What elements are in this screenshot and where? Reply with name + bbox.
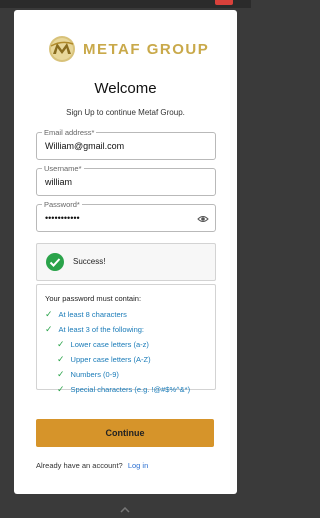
email-label: Email address* [42, 128, 97, 137]
username-value: william [45, 177, 72, 187]
password-label: Password* [42, 200, 82, 209]
window-close-button[interactable] [215, 0, 233, 5]
page-subtitle: Sign Up to continue Metaf Group. [66, 108, 185, 117]
checkmark-icon: ✓ [57, 339, 65, 349]
check-circle-icon [45, 252, 65, 272]
brand-name: METAF GROUP [83, 40, 210, 58]
requirement-item: ✓ At least 3 of the following: [45, 324, 145, 335]
requirement-item: ✓ Special characters (e.g. !@#$%^&*) [57, 384, 191, 395]
password-field[interactable]: Password* ••••••••••• [36, 200, 216, 232]
email-value: William@gmail.com [45, 141, 125, 151]
continue-button[interactable]: Continue [36, 419, 214, 447]
checkmark-icon: ✓ [45, 309, 53, 319]
email-field[interactable]: Email address* William@gmail.com [36, 128, 216, 160]
requirement-item: ✓ Numbers (0-9) [57, 369, 119, 380]
password-requirements: Your password must contain: ✓ At least 8… [36, 284, 216, 394]
password-value: ••••••••••• [45, 213, 80, 223]
metaf-logo-icon [47, 34, 77, 64]
success-text: Success! [73, 257, 106, 266]
eye-icon[interactable] [197, 212, 209, 224]
username-label: Username* [42, 164, 84, 173]
login-prompt-text: Already have an account? [36, 461, 123, 470]
success-alert: Success! [36, 243, 216, 281]
requirement-item: ✓ At least 8 characters [45, 309, 127, 320]
username-field[interactable]: Username* william [36, 164, 216, 196]
requirement-item: ✓ Lower case letters (a-z) [57, 339, 149, 350]
login-link[interactable]: Log in [128, 461, 148, 470]
requirement-item: ✓ Upper case letters (A-Z) [57, 354, 151, 365]
brand-logo: METAF GROUP [47, 34, 209, 64]
checkmark-icon: ✓ [57, 369, 65, 379]
window-top-bar [0, 0, 251, 8]
checkmark-icon: ✓ [57, 354, 65, 364]
resize-handle-icon[interactable] [119, 500, 131, 513]
requirements-title: Your password must contain: [45, 294, 142, 303]
checkmark-icon: ✓ [45, 324, 53, 334]
checkmark-icon: ✓ [57, 384, 65, 394]
page-title: Welcome [94, 80, 157, 97]
login-prompt: Already have an account? Log in [36, 461, 148, 470]
signup-card: METAF GROUP Welcome Sign Up to continue … [14, 10, 237, 494]
